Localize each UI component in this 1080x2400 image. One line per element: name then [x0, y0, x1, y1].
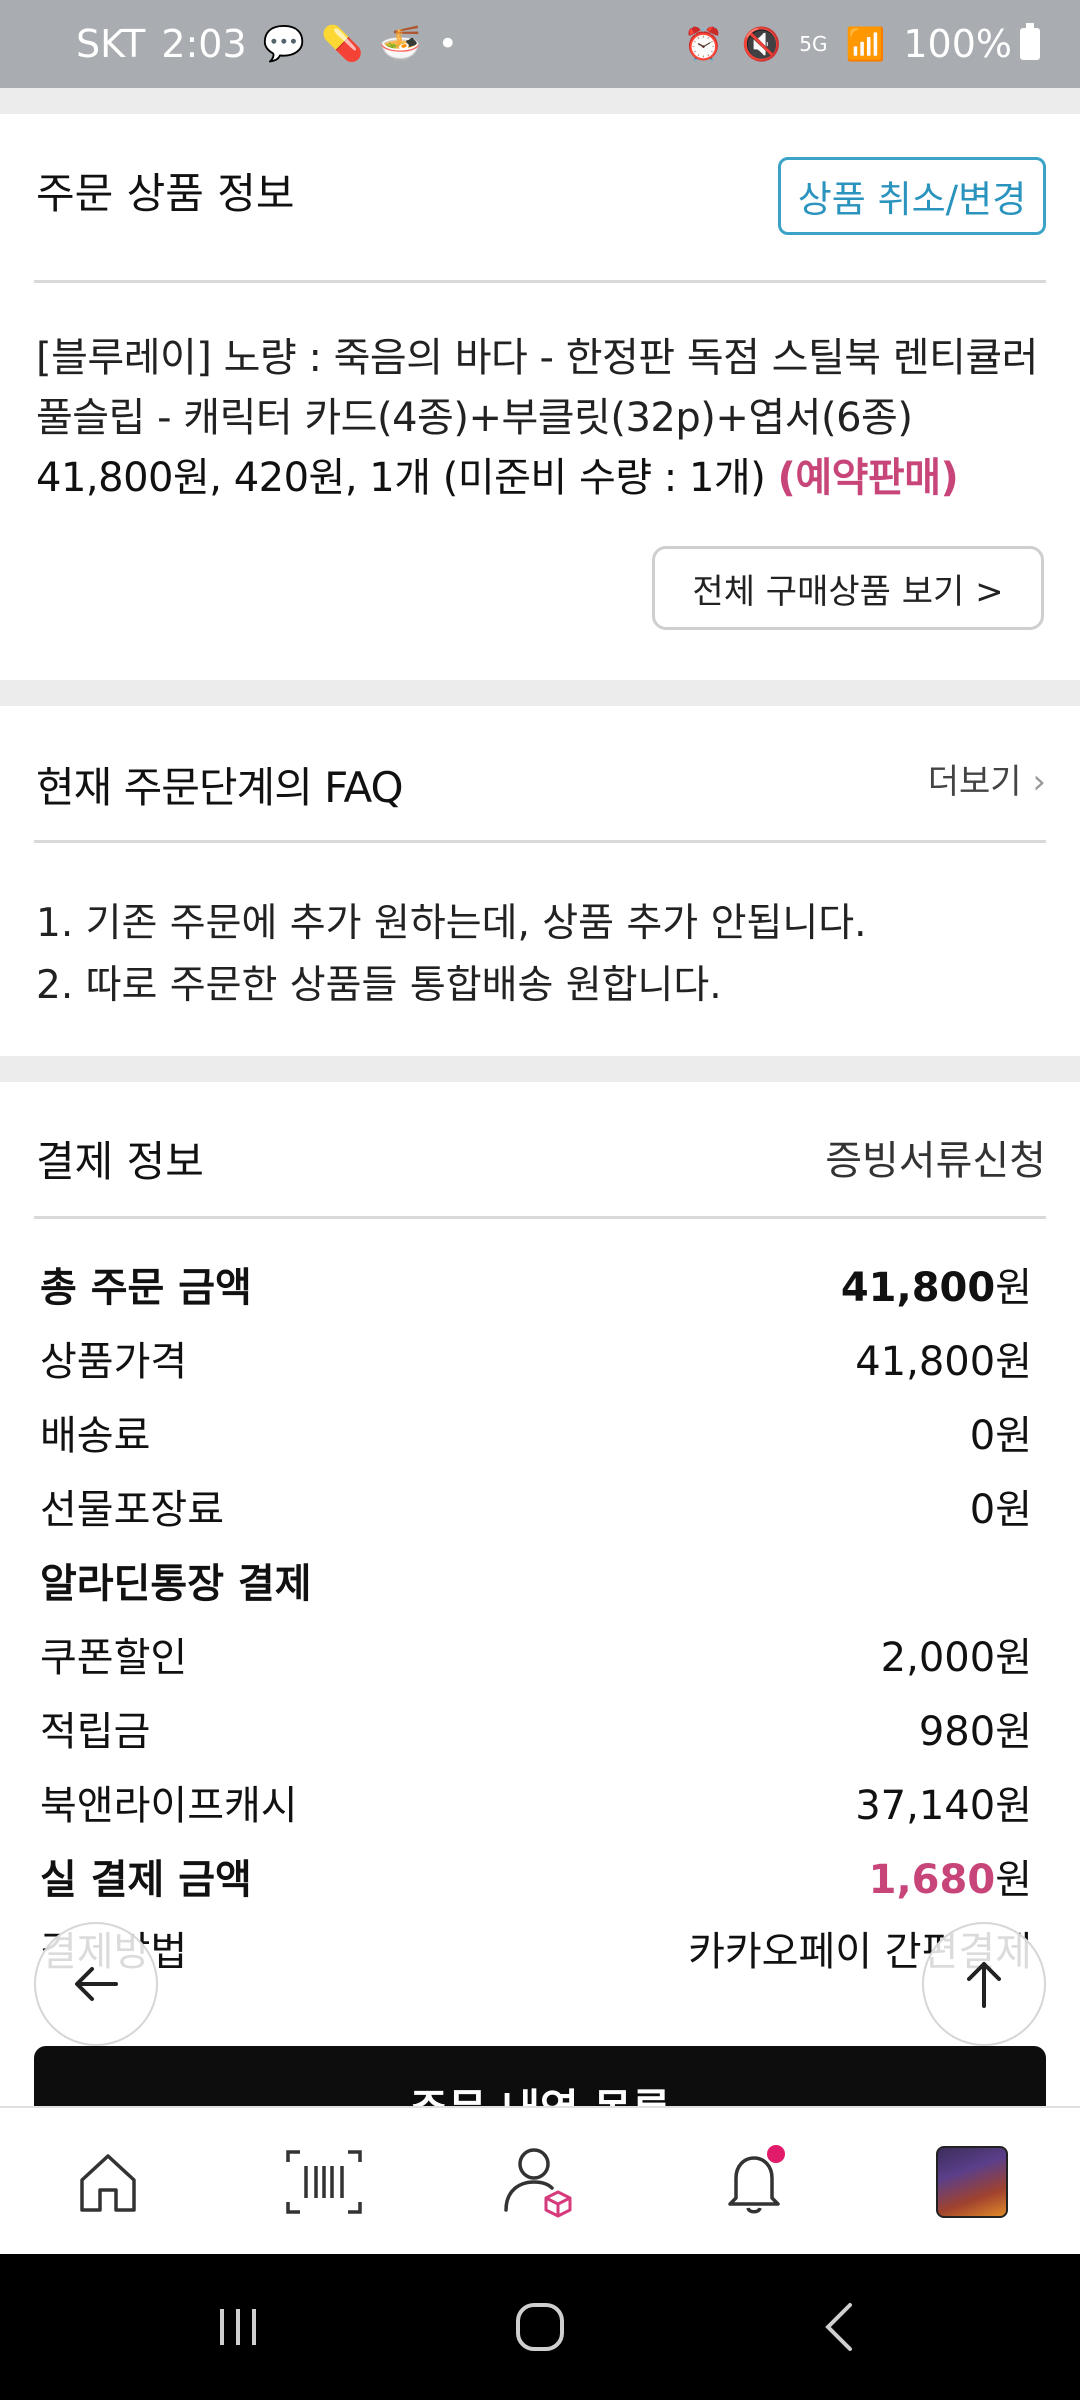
row-unit: 원 [995, 1265, 1032, 1311]
scroll-top-button[interactable] [922, 1922, 1046, 2046]
faq-item[interactable]: 2. 따로 주문한 상품들 통합배송 원합니다. [36, 954, 722, 1010]
chevron-left-icon [825, 2303, 852, 2351]
aladdin-account-payment-row: 알라딘통장 결제 [40, 1550, 1032, 1610]
row-unit: 원 [995, 1709, 1032, 1755]
row-label: 알라딘통장 결제 [40, 1561, 312, 1607]
my-account-icon [504, 2148, 572, 2218]
row-amount: 0 [969, 1487, 996, 1533]
status-bar: SKT 2:03 💬 💊 🍜 • ⏰ 🔇 5G 📶 100% [0, 0, 1080, 88]
row-label: 실 결제 금액 [40, 1857, 252, 1903]
barcode-icon [286, 2150, 362, 2214]
row-label: 상품가격 [40, 1339, 188, 1385]
section-gap-1 [0, 680, 1080, 706]
mute-icon: 🔇 [741, 25, 782, 63]
faq-more-label: 더보기 [927, 762, 1022, 802]
more-notifications-dot: • [437, 24, 458, 64]
chevron-right-icon: › [1032, 762, 1046, 802]
section-gap-2 [0, 1056, 1080, 1082]
product-section-title: 주문 상품 정보 [36, 169, 295, 218]
bell-icon [728, 2145, 785, 2214]
row-unit: 원 [995, 1487, 1032, 1533]
recent-apps-icon [220, 2309, 256, 2345]
total-order-amount-row: 총 주문 금액 41,800원 [40, 1254, 1032, 1314]
faq-more-link[interactable]: 더보기 › [928, 754, 1046, 803]
faq-divider [34, 840, 1046, 843]
signal-icon: 📶 [845, 25, 886, 63]
row-label: 쿠폰할인 [40, 1635, 188, 1681]
receipt-request-link[interactable]: 증빙서류신청 [825, 1128, 1046, 1186]
nav-barcode[interactable] [264, 2108, 384, 2256]
system-back-button[interactable] [782, 2254, 902, 2400]
home-circle-icon [516, 2303, 564, 2351]
points-row: 적립금 980원 [40, 1698, 1032, 1758]
bottom-nav [0, 2106, 1080, 2254]
row-amount: 0 [969, 1413, 996, 1459]
nav-profile[interactable] [912, 2108, 1032, 2256]
back-arrow-icon [75, 1967, 118, 2001]
row-label: 북앤라이프캐시 [40, 1783, 298, 1829]
recent-apps-button[interactable] [178, 2254, 298, 2400]
back-button[interactable] [34, 1922, 158, 2046]
bowl-notification-icon: 🍜 [379, 24, 422, 64]
nav-notifications[interactable] [696, 2108, 816, 2256]
row-unit: 원 [995, 1413, 1032, 1459]
row-unit: 원 [995, 1339, 1032, 1385]
row-amount: 37,140 [855, 1783, 996, 1829]
coupon-discount-row: 쿠폰할인 2,000원 [40, 1624, 1032, 1684]
chat-notification-icon: 💬 [262, 24, 305, 64]
carrier-label: SKT [76, 22, 146, 66]
product-price-row: 상품가격 41,800원 [40, 1328, 1032, 1388]
row-label: 선물포장료 [40, 1487, 224, 1533]
faq-item[interactable]: 1. 기존 주문에 추가 원하는데, 상품 추가 안됩니다. [36, 892, 867, 948]
preorder-tag: (예약판매) [777, 455, 959, 501]
row-amount: 2,000 [880, 1635, 996, 1681]
product-divider [34, 280, 1046, 283]
payment-section-title: 결제 정보 [36, 1137, 204, 1186]
row-amount: 1,680 [868, 1857, 996, 1903]
section-gap-top [0, 88, 1080, 114]
gift-wrap-fee-row: 선물포장료 0원 [40, 1476, 1032, 1536]
system-nav-bar [0, 2254, 1080, 2400]
battery-percent: 100% [903, 22, 1012, 66]
row-amount: 980 [918, 1709, 996, 1755]
nav-my-account[interactable] [480, 2108, 600, 2256]
row-label: 배송료 [40, 1413, 151, 1459]
clock: 2:03 [161, 22, 247, 66]
row-label: 총 주문 금액 [40, 1265, 252, 1311]
product-detail: 41,800원, 420원, 1개 (미준비 수량 : 1개) (예약판매) [36, 448, 959, 508]
shipping-fee-row: 배송료 0원 [40, 1402, 1032, 1462]
payment-divider [34, 1216, 1046, 1219]
product-name[interactable]: [블루레이] 노량 : 죽음의 바다 - 한정판 독점 스틸북 렌티큘러 풀슬립… [36, 328, 1046, 448]
row-unit: 원 [995, 1783, 1032, 1829]
product-price-qty: 41,800원, 420원, 1개 (미준비 수량 : 1개) [36, 455, 766, 501]
row-label: 적립금 [40, 1709, 151, 1755]
network-type-label: 5G [799, 32, 828, 56]
home-icon [80, 2154, 136, 2212]
row-amount: 41,800 [840, 1265, 996, 1311]
nav-home[interactable] [48, 2108, 168, 2256]
pill-notification-icon: 💊 [321, 24, 364, 64]
payment-method-row: 결제방법 카카오페이 간편결제 [40, 1918, 1032, 1978]
view-all-products-button[interactable]: 전체 구매상품 보기 > [652, 546, 1044, 630]
profile-thumbnail [936, 2146, 1008, 2218]
book-life-cash-row: 북앤라이프캐시 37,140원 [40, 1772, 1032, 1832]
cancel-change-button[interactable]: 상품 취소/변경 [778, 157, 1046, 235]
actual-payment-row: 실 결제 금액 1,680원 [40, 1846, 1032, 1906]
alarm-icon: ⏰ [683, 25, 724, 63]
row-unit: 원 [995, 1857, 1032, 1903]
scroll-top-icon [967, 1962, 1001, 2008]
row-amount: 41,800 [855, 1339, 996, 1385]
home-button[interactable] [480, 2254, 600, 2400]
faq-section-title: 현재 주문단계의 FAQ [36, 763, 404, 812]
battery-icon [1020, 23, 1040, 60]
row-unit: 원 [995, 1635, 1032, 1681]
